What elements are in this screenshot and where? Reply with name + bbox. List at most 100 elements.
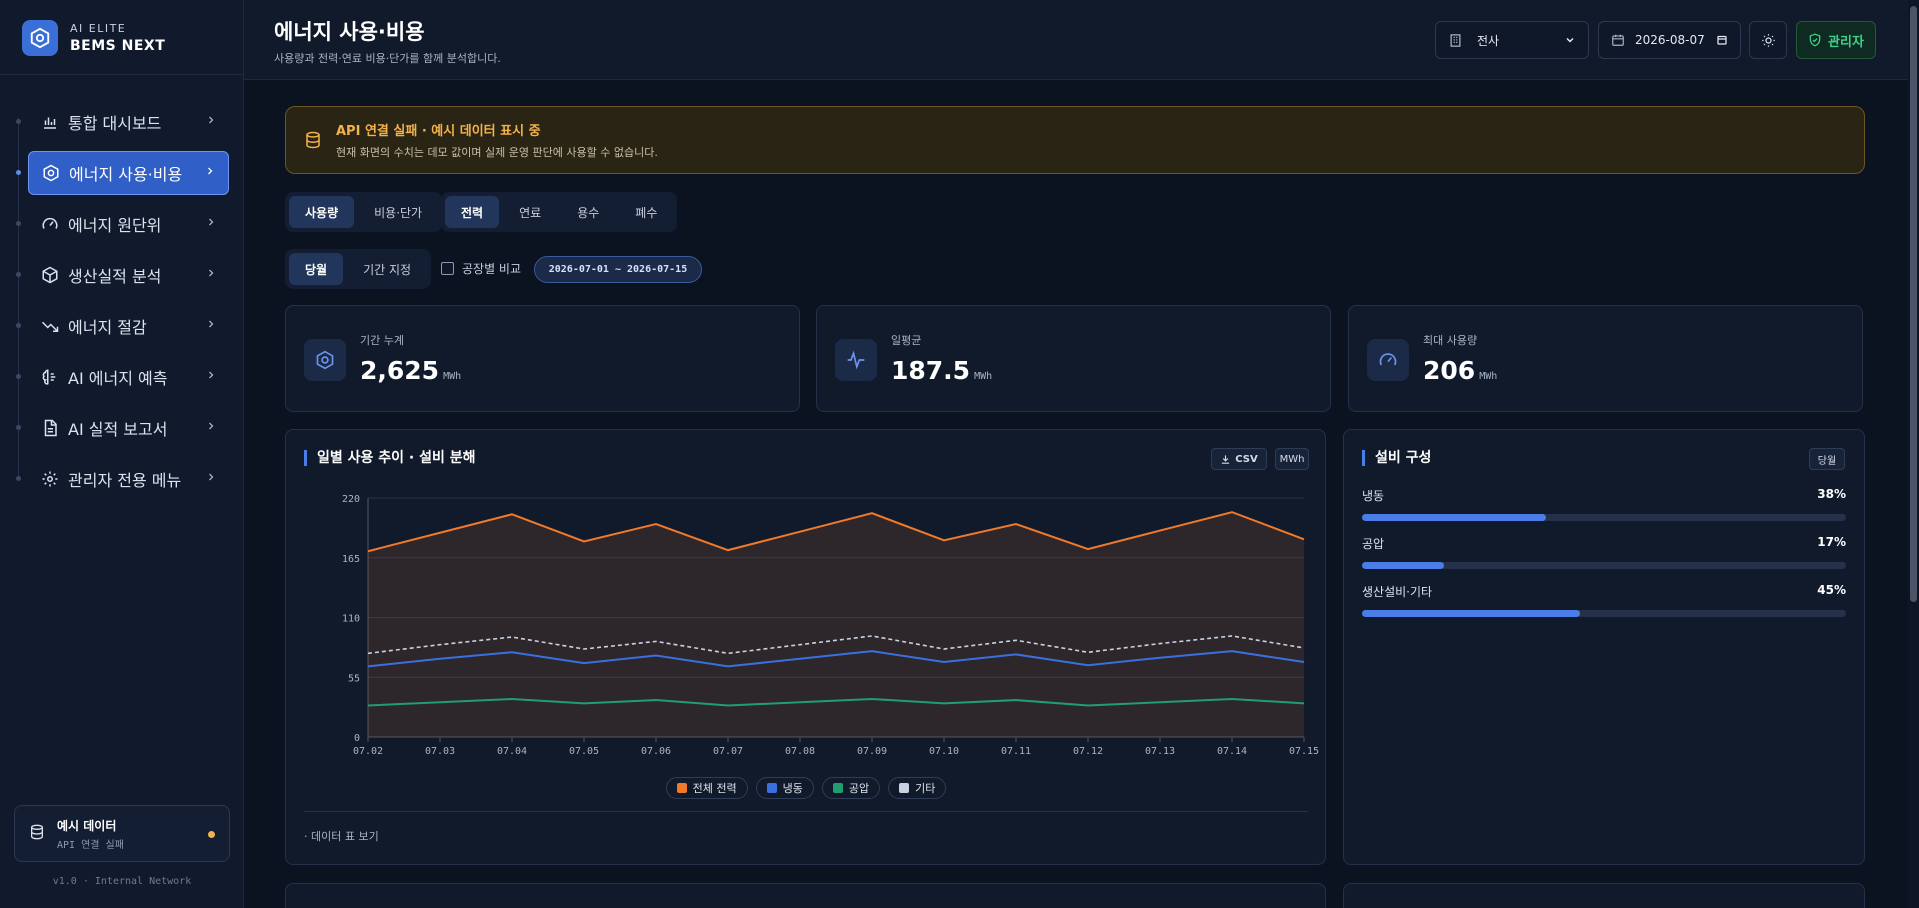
date-input[interactable]: 2026-08-07 <box>1598 21 1741 59</box>
tab-this-month[interactable]: 당월 <box>289 253 344 285</box>
composition-label: 공압 <box>1362 537 1385 551</box>
data-table-toggle[interactable]: · 데이터 표 보기 <box>304 828 379 844</box>
gear-icon <box>40 469 60 489</box>
x-tick-label: 07.02 <box>353 746 383 757</box>
nav-dot <box>16 425 21 430</box>
legend-item[interactable]: 기타 <box>888 777 947 799</box>
sidebar-item-label: 에너지 사용·비용 <box>69 165 183 184</box>
bottom-panel-left <box>285 883 1326 908</box>
sidebar: AI ELITE BEMS NEXT 통합 대시보드에너지 사용·비용에너지 원… <box>0 0 244 908</box>
tab-water[interactable]: 용수 <box>561 196 615 228</box>
database-icon <box>29 824 45 844</box>
document-icon <box>40 418 60 438</box>
tab-wastewater[interactable]: 폐수 <box>619 196 673 228</box>
sidebar-item-label: 관리자 전용 메뉴 <box>68 471 182 490</box>
scrollbar-thumb[interactable] <box>1910 6 1917 602</box>
composition-item: 냉동 38% <box>1362 487 1846 521</box>
chevron-down-icon <box>1564 34 1576 46</box>
date-range-pill[interactable]: 2026-07-01 ~ 2026-07-15 <box>534 256 702 283</box>
nav-dot <box>16 323 21 328</box>
chevron-right-icon <box>205 114 217 130</box>
gauge-icon <box>40 214 60 234</box>
hexagon-icon <box>304 339 346 381</box>
sidebar-item-3[interactable]: 생산실적 분석 <box>28 253 229 297</box>
legend-item[interactable]: 전체 전력 <box>665 777 748 799</box>
trend-panel-title: 일별 사용 추이 · 설비 분해 <box>304 450 476 466</box>
sidebar-item-5[interactable]: AI 에너지 예측 <box>28 355 229 399</box>
page-title: 에너지 사용·비용 <box>274 20 425 44</box>
shield-check-icon <box>1808 33 1822 47</box>
tab-custom-period[interactable]: 기간 지정 <box>347 253 427 285</box>
plant-compare-toggle[interactable]: 공장별 비교 <box>441 260 521 277</box>
site-select[interactable]: 전사 <box>1435 21 1589 59</box>
x-tick-label: 07.10 <box>929 746 959 757</box>
brand-name: BEMS NEXT <box>70 38 166 54</box>
chevron-right-icon <box>205 216 217 232</box>
bottom-panel-right <box>1343 883 1865 908</box>
legend-swatch <box>676 783 687 793</box>
unit-badge: MWh <box>1275 448 1309 470</box>
page-scrollbar[interactable] <box>1908 0 1919 908</box>
kpi-unit: MWh <box>443 371 462 382</box>
y-tick-label: 110 <box>342 614 360 625</box>
sidebar-item-2[interactable]: 에너지 원단위 <box>28 202 229 246</box>
legend-item[interactable]: 공압 <box>821 777 881 799</box>
kpi-unit: MWh <box>1479 371 1498 382</box>
composition-head: 냉동 38% <box>1362 487 1846 504</box>
tab-cost[interactable]: 비용·단가 <box>358 196 438 228</box>
demo-title: 예시 데이터 <box>57 818 117 833</box>
calendar-picker-icon[interactable] <box>1716 34 1728 46</box>
sidebar-item-7[interactable]: 관리자 전용 메뉴 <box>28 457 229 501</box>
calendar-icon <box>1611 33 1625 47</box>
x-tick-label: 07.12 <box>1073 746 1103 757</box>
x-tick-label: 07.03 <box>425 746 455 757</box>
nav-dot <box>16 272 21 277</box>
activity-icon <box>835 339 877 381</box>
divider <box>304 811 1308 812</box>
tab-fuel[interactable]: 연료 <box>503 196 557 228</box>
kpi-number: 206 <box>1423 356 1476 385</box>
brain-icon <box>40 367 60 387</box>
kpi-label: 일평균 <box>891 334 922 347</box>
sidebar-item-0[interactable]: 통합 대시보드 <box>28 100 229 144</box>
x-tick-label: 07.05 <box>569 746 599 757</box>
x-tick-label: 07.15 <box>1289 746 1319 757</box>
admin-badge[interactable]: 관리자 <box>1796 21 1876 59</box>
header: 에너지 사용·비용 사용량과 전력·연료 비용·단가를 함께 분석합니다. 전사… <box>244 0 1908 80</box>
brand[interactable]: AI ELITE BEMS NEXT <box>22 20 165 56</box>
trend-down-icon <box>40 316 60 336</box>
chart-legend: 전체 전력 냉동 공압 기타 <box>286 777 1326 799</box>
sidebar-item-6[interactable]: AI 실적 보고서 <box>28 406 229 450</box>
chevron-right-icon <box>205 318 217 334</box>
tab-electricity[interactable]: 전력 <box>445 196 500 228</box>
gauge-icon <box>1367 339 1409 381</box>
plant-compare-checkbox[interactable] <box>441 262 454 275</box>
composition-item: 공압 17% <box>1362 535 1846 569</box>
csv-download-button[interactable]: CSV <box>1211 448 1267 470</box>
database-warning-icon <box>304 131 322 149</box>
demo-data-status[interactable]: 예시 데이터 API 연결 실패 <box>14 805 230 862</box>
hexagon-icon <box>41 163 61 183</box>
tab-usage[interactable]: 사용량 <box>289 196 355 228</box>
kpi-value: 206 MWh <box>1423 356 1497 385</box>
x-tick-label: 07.09 <box>857 746 887 757</box>
sidebar-item-1[interactable]: 에너지 사용·비용 <box>28 151 229 195</box>
nav-dot <box>16 119 21 124</box>
plant-compare-label: 공장별 비교 <box>462 262 522 276</box>
y-tick-label: 220 <box>342 494 360 505</box>
trend-panel: 일별 사용 추이 · 설비 분해 CSV MWh 0 55 110 165 220 07.… <box>285 429 1326 865</box>
y-tick-label: 55 <box>348 673 360 684</box>
legend-swatch <box>766 783 777 793</box>
divider <box>0 74 244 75</box>
sidebar-item-4[interactable]: 에너지 절감 <box>28 304 229 348</box>
legend-item[interactable]: 냉동 <box>755 777 814 799</box>
nav-dot <box>16 374 21 379</box>
date-value: 2026-08-07 <box>1635 33 1705 47</box>
nav-dot <box>16 221 21 226</box>
kpi-period-total: 기간 누계 2,625 MWh <box>285 305 800 412</box>
period-tabs: 당월 기간 지정 <box>285 249 432 289</box>
theme-toggle-button[interactable] <box>1749 21 1787 59</box>
version-label: v1.0 · Internal Network <box>52 876 192 887</box>
composition-head: 생산설비·기타 45% <box>1362 583 1846 600</box>
nav-dot <box>16 476 21 481</box>
